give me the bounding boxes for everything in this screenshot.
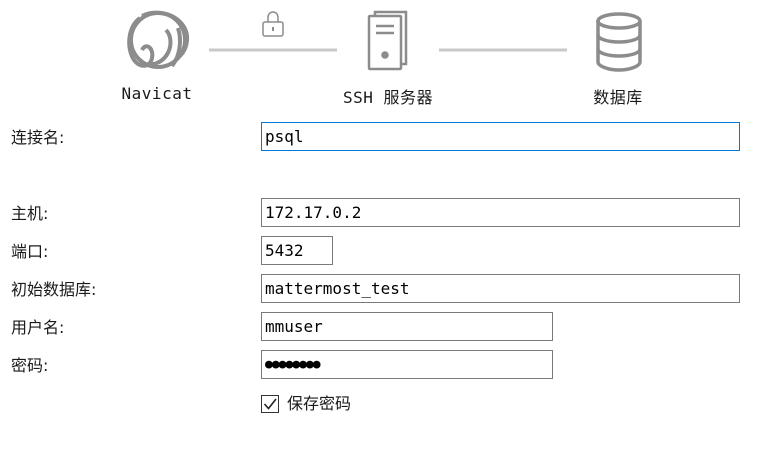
- connection-name-label: 连接名:: [11, 128, 65, 147]
- host-input[interactable]: 172.17.0.2: [261, 198, 740, 227]
- node-label-database: 数据库: [593, 88, 643, 107]
- port-input[interactable]: 5432: [261, 236, 333, 265]
- username-input[interactable]: mmuser: [261, 312, 553, 341]
- port-label: 端口:: [11, 242, 49, 261]
- username-label: 用户名:: [11, 318, 65, 337]
- password-label: 密码:: [11, 356, 49, 375]
- password-input[interactable]: ●●●●●●●●: [261, 350, 553, 379]
- initial-database-input[interactable]: mattermost_test: [261, 274, 740, 303]
- database-icon: [596, 12, 642, 72]
- host-label: 主机:: [11, 204, 49, 223]
- connection-name-input[interactable]: psql: [261, 122, 740, 151]
- connection-diagram: Navicat SSH 服务器 数据库: [0, 0, 777, 112]
- save-password-label[interactable]: 保存密码: [287, 394, 351, 414]
- navicat-icon: [127, 10, 189, 69]
- node-label-ssh-server: SSH 服务器: [342, 88, 434, 107]
- save-password-checkbox[interactable]: [261, 395, 279, 413]
- server-icon: [367, 10, 408, 71]
- initial-database-label: 初始数据库:: [11, 280, 97, 299]
- checkmark-icon: [263, 398, 277, 410]
- node-label-navicat: Navicat: [121, 84, 193, 103]
- lock-icon: [262, 11, 284, 37]
